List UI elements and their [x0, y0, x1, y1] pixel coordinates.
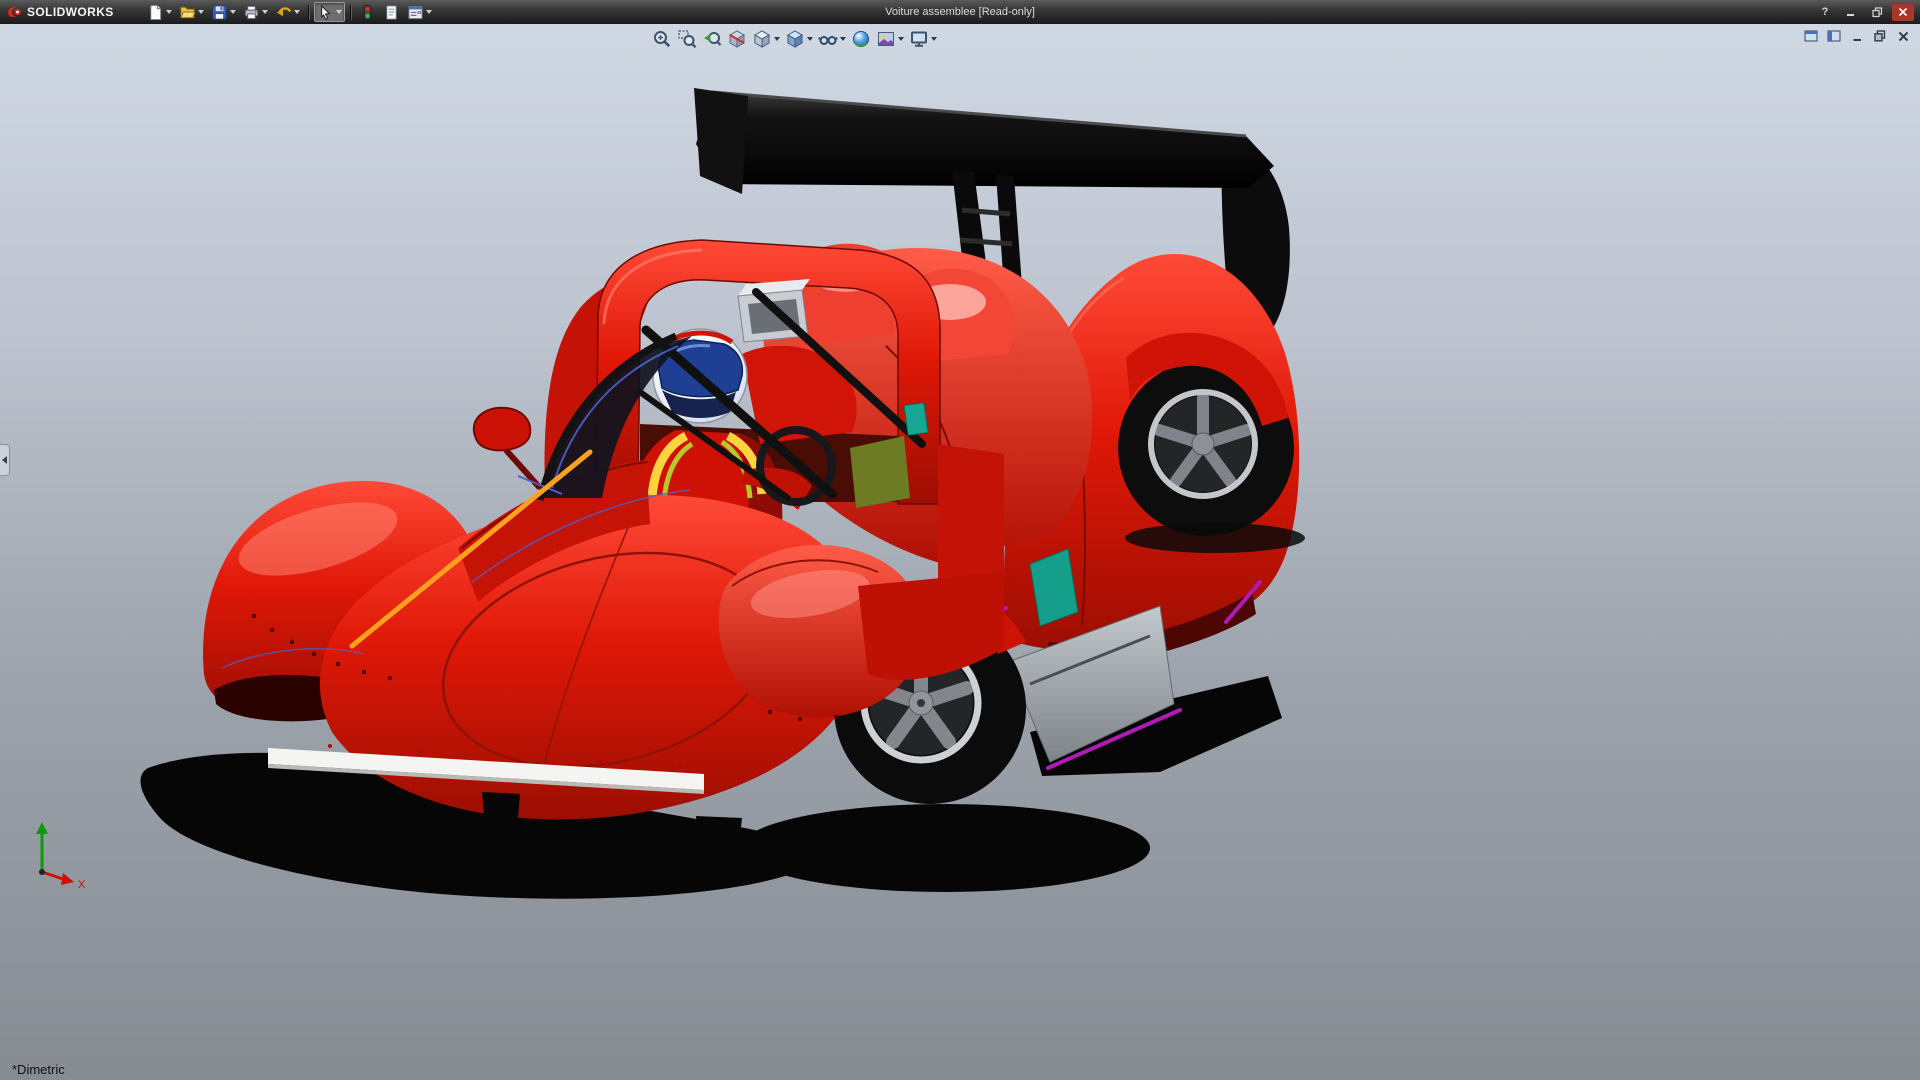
main-toolbar	[144, 0, 435, 24]
zoom-to-fit-button[interactable]	[650, 27, 674, 51]
brand-name: SOLIDWORKS	[27, 5, 114, 19]
window-icon	[1827, 30, 1841, 42]
zoom-to-fit-icon	[652, 29, 672, 49]
select-button[interactable]	[314, 2, 345, 22]
panel-expand-tab[interactable]	[0, 444, 10, 476]
restore-icon	[1874, 30, 1886, 42]
maximize-button[interactable]	[1866, 4, 1888, 21]
display-style-button[interactable]	[783, 27, 815, 51]
doc-minimize-button[interactable]	[1848, 28, 1866, 44]
save-floppy-icon	[211, 4, 228, 21]
select-cursor-icon	[317, 4, 334, 21]
dropdown-arrow-icon	[807, 37, 813, 41]
solidworks-window: SOLIDWORKS	[0, 0, 1920, 1080]
previous-view-button[interactable]	[700, 27, 724, 51]
dropdown-arrow-icon	[336, 10, 342, 14]
dropdown-arrow-icon	[198, 10, 204, 14]
edit-appearance-ball-icon	[851, 29, 871, 49]
view-orientation-cube-icon	[752, 29, 772, 49]
doc-restore-button[interactable]	[1871, 28, 1889, 44]
chevron-left-icon	[2, 456, 7, 464]
titlebar: SOLIDWORKS	[0, 0, 1920, 24]
dropdown-arrow-icon	[898, 37, 904, 41]
apply-scene-icon	[876, 29, 896, 49]
rebuild-button[interactable]	[356, 2, 379, 22]
edit-appearance-button[interactable]	[849, 27, 873, 51]
minimize-icon	[1852, 31, 1863, 42]
document-window-controls	[1802, 28, 1912, 44]
file-properties-icon	[383, 4, 400, 21]
open-button[interactable]	[176, 2, 207, 22]
dropdown-arrow-icon	[426, 10, 432, 14]
zoom-to-area-button[interactable]	[675, 27, 699, 51]
file-properties-button[interactable]	[380, 2, 403, 22]
doc-window-right-button[interactable]	[1825, 28, 1843, 44]
view-settings-button[interactable]	[907, 27, 939, 51]
heads-up-view-toolbar	[650, 27, 939, 51]
print-icon	[243, 4, 260, 21]
dropdown-arrow-icon	[931, 37, 937, 41]
side-panel-olive	[850, 436, 910, 508]
restore-icon	[1872, 7, 1883, 18]
help-button[interactable]: ?	[1814, 4, 1836, 21]
undo-button[interactable]	[272, 2, 303, 22]
new-document-icon	[147, 4, 164, 21]
close-icon	[1898, 7, 1908, 17]
view-settings-monitor-icon	[909, 29, 929, 49]
options-form-icon	[407, 4, 424, 21]
section-view-button[interactable]	[725, 27, 749, 51]
new-button[interactable]	[144, 2, 175, 22]
model-render-voiture-assemblee[interactable]: X	[0, 24, 1920, 1080]
print-button[interactable]	[240, 2, 271, 22]
close-icon	[1898, 31, 1909, 42]
hide-show-items-button[interactable]	[816, 27, 848, 51]
open-folder-icon	[179, 4, 196, 21]
dropdown-arrow-icon	[840, 37, 846, 41]
toolbar-separator	[350, 5, 351, 20]
graphics-viewport[interactable]: X	[0, 24, 1920, 1080]
toolbar-separator	[308, 5, 309, 20]
reference-triad[interactable]: X	[36, 822, 86, 891]
rebuild-stoplight-icon	[359, 4, 376, 21]
doc-window-left-button[interactable]	[1802, 28, 1820, 44]
dropdown-arrow-icon	[774, 37, 780, 41]
dropdown-arrow-icon	[230, 10, 236, 14]
apply-scene-button[interactable]	[874, 27, 906, 51]
dassault-systemes-logo-icon	[6, 4, 22, 20]
view-orientation-button[interactable]	[750, 27, 782, 51]
undo-arrow-icon	[275, 4, 292, 21]
window-icon	[1804, 30, 1818, 42]
solidworks-brand: SOLIDWORKS	[0, 0, 126, 24]
window-controls: ?	[1814, 4, 1920, 21]
doc-close-button[interactable]	[1894, 28, 1912, 44]
window-title: Voiture assemblee [Read-only]	[885, 0, 1035, 24]
dropdown-arrow-icon	[262, 10, 268, 14]
teal-component	[904, 403, 928, 435]
dropdown-arrow-icon	[294, 10, 300, 14]
save-button[interactable]	[208, 2, 239, 22]
minimize-button[interactable]	[1840, 4, 1862, 21]
hide-show-glasses-icon	[818, 29, 838, 49]
options-button[interactable]	[404, 2, 435, 22]
section-view-icon	[727, 29, 747, 49]
zoom-to-area-icon	[677, 29, 697, 49]
close-button[interactable]	[1892, 4, 1914, 21]
display-style-cube-icon	[785, 29, 805, 49]
triad-x-label: X	[78, 879, 86, 891]
minimize-icon	[1846, 7, 1856, 17]
view-orientation-label: *Dimetric	[12, 1062, 65, 1077]
dropdown-arrow-icon	[166, 10, 172, 14]
previous-view-icon	[702, 29, 722, 49]
